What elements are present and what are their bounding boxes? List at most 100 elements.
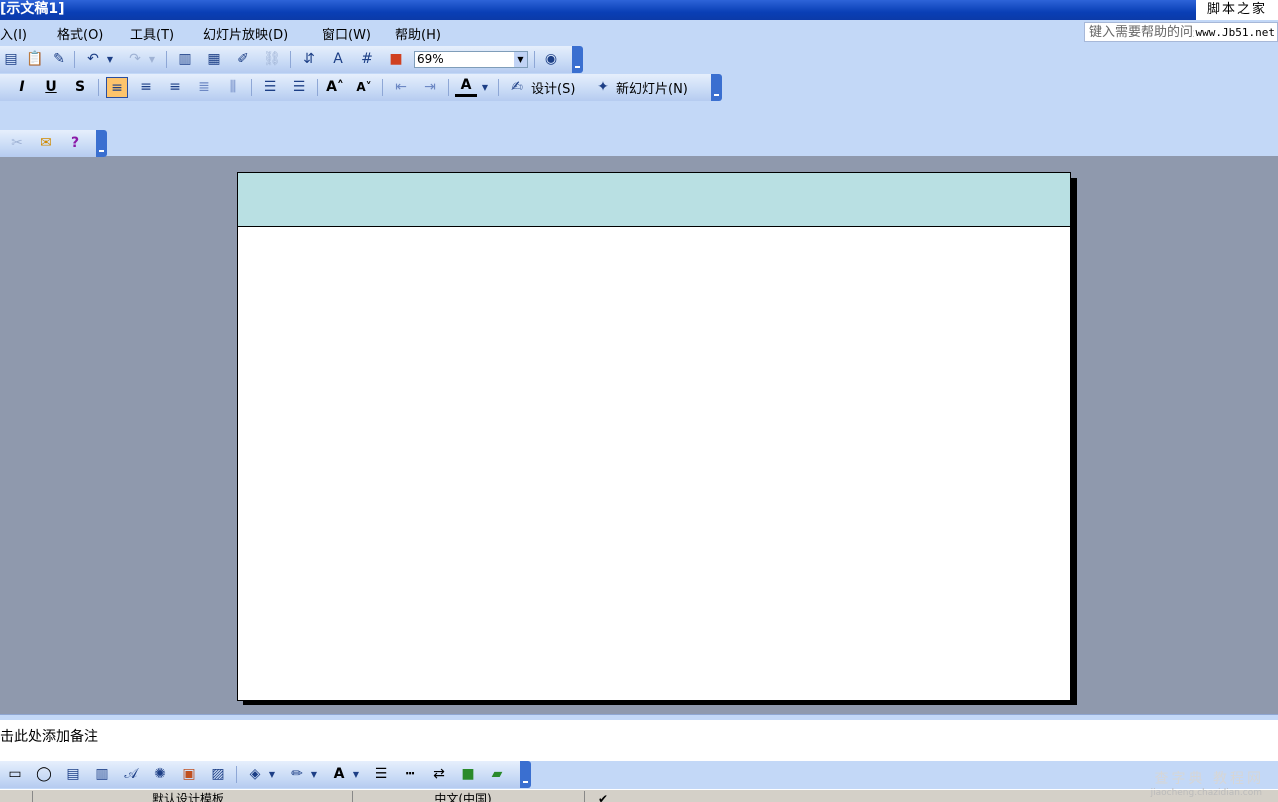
toolbar-options-icon[interactable] (96, 130, 107, 157)
undo-dropdown-icon[interactable]: ▼ (104, 49, 116, 70)
decrease-indent-icon[interactable]: ⇤ (390, 77, 412, 98)
shadow-style-icon[interactable]: ■ (457, 764, 479, 785)
separator (317, 79, 318, 96)
justify-icon[interactable]: ≣ (193, 77, 215, 98)
formatting-toolbar: I U S ≡ ≡ ≡ ≣ ⫼ ☰ ☰ A˄ A˅ ⇤ ⇥ A ▼ ✍ 设计(S… (0, 74, 722, 101)
new-slide-button[interactable]: 新幻灯片(N) (616, 78, 688, 97)
separator (290, 51, 291, 68)
decrease-font-icon[interactable]: A˅ (353, 77, 375, 98)
rectangle-icon[interactable]: ▭ (4, 764, 26, 785)
align-left-icon[interactable]: ≡ (106, 77, 128, 98)
undo-icon[interactable]: ↶ (82, 49, 104, 70)
help-placeholder: 键入需要帮助的问题 (1089, 25, 1207, 40)
mail-icon[interactable]: ✉ (35, 133, 57, 154)
slide-canvas[interactable] (237, 172, 1071, 701)
menu-insert[interactable]: 入(I) (0, 24, 27, 43)
picture-icon[interactable]: ▨ (207, 764, 229, 785)
chevron-down-icon[interactable]: ▼ (514, 52, 527, 67)
distribute-icon[interactable]: ⫼ (222, 77, 244, 98)
notes-pane[interactable]: 击此处添加备注 (0, 720, 1278, 761)
status-language: 中文(中国) (352, 791, 573, 802)
separator (74, 51, 75, 68)
status-bar: 默认设计模板 中文(中国) ✔ (0, 789, 1278, 802)
zoom-select[interactable]: 69% ▼ (414, 51, 528, 68)
arrow-style-icon[interactable]: ⇄ (428, 764, 450, 785)
design-icon[interactable]: ✍ (506, 77, 528, 98)
oval-icon[interactable]: ◯ (33, 764, 55, 785)
hyperlink-icon[interactable]: ⛓ (261, 49, 283, 70)
fill-color-icon[interactable]: ◈ (244, 764, 266, 785)
web-toolbar: ✂ ✉ ? (0, 130, 107, 157)
menu-slideshow[interactable]: 幻灯片放映(D) (203, 24, 288, 43)
toolbar-options-icon[interactable] (711, 74, 722, 101)
dash-style-icon[interactable]: ┅ (399, 764, 421, 785)
menu-window[interactable]: 窗口(W) (322, 24, 371, 43)
spellcheck-icon: ✔ (584, 791, 621, 802)
textbox-icon[interactable]: ▤ (62, 764, 84, 785)
separator (236, 766, 237, 783)
table-icon[interactable]: ▦ (203, 49, 225, 70)
italic-button[interactable]: I (11, 77, 33, 98)
3d-style-icon[interactable]: ▰ (486, 764, 508, 785)
format-painter-icon[interactable]: ✎ (48, 49, 70, 70)
separator (98, 79, 99, 96)
watermark-logo: 脚本之家 (1196, 0, 1278, 20)
clipboard-icon[interactable]: 📋 (24, 49, 46, 70)
watermark-chazidian: 查字典 教程网 (1154, 771, 1264, 787)
shadow-button[interactable]: S (69, 77, 91, 98)
redo-icon[interactable]: ↷ (124, 49, 146, 70)
separator (382, 79, 383, 96)
expand-all-icon[interactable]: ⇵ (298, 49, 320, 70)
underline-button[interactable]: U (40, 77, 62, 98)
question-icon[interactable]: ? (64, 133, 86, 154)
align-center-icon[interactable]: ≡ (135, 77, 157, 98)
menu-tools[interactable]: 工具(T) (130, 24, 174, 43)
standard-toolbar: ▤ 📋 ✎ ↶ ▼ ↷ ▼ ▥ ▦ ✐ ⛓ ⇵ A # ■ 69% ▼ ◉ (0, 46, 583, 73)
separator (251, 79, 252, 96)
separator (448, 79, 449, 96)
increase-font-icon[interactable]: A˄ (324, 77, 346, 98)
grid-icon[interactable]: # (356, 49, 378, 70)
title-bar: [示文稿1] (0, 0, 1278, 20)
clipart-icon[interactable]: ▣ (178, 764, 200, 785)
slide-title-band (238, 173, 1070, 227)
menu-format[interactable]: 格式(O) (57, 24, 103, 43)
status-template: 默认设计模板 (32, 791, 343, 802)
wand-icon[interactable]: ✂ (6, 133, 28, 154)
separator (498, 79, 499, 96)
bullets-icon[interactable]: ☰ (288, 77, 310, 98)
toolbar-options-icon[interactable] (520, 761, 531, 788)
drawing-toolbar: ▭ ◯ ▤ ▥ 𝒜 ✺ ▣ ▨ ◈ ▼ ✏ ▼ A ▼ ☰ ┅ ⇄ ■ ▰ (0, 761, 531, 788)
color-grayscale-icon[interactable]: ■ (385, 49, 407, 70)
tables-borders-icon[interactable]: ✐ (232, 49, 254, 70)
diagram-icon[interactable]: ✺ (149, 764, 171, 785)
line-color-icon[interactable]: ✏ (286, 764, 308, 785)
toolbar-area: ▤ 📋 ✎ ↶ ▼ ↷ ▼ ▥ ▦ ✐ ⛓ ⇵ A # ■ 69% ▼ ◉ I … (0, 44, 1278, 157)
wordart-icon[interactable]: 𝒜 (120, 764, 142, 785)
font-color-icon[interactable]: A (455, 77, 477, 97)
draw-font-color-icon[interactable]: A (328, 764, 350, 785)
chart-icon[interactable]: ▥ (174, 49, 196, 70)
show-formatting-icon[interactable]: A (327, 49, 349, 70)
vertical-textbox-icon[interactable]: ▥ (91, 764, 113, 785)
help-icon[interactable]: ◉ (540, 49, 562, 70)
font-color-dropdown-icon[interactable]: ▼ (479, 77, 491, 98)
menu-help[interactable]: 帮助(H) (395, 24, 441, 43)
separator (166, 51, 167, 68)
zoom-value: 69% (417, 52, 444, 66)
drawing-toolbar-area: ▭ ◯ ▤ ▥ 𝒜 ✺ ▣ ▨ ◈ ▼ ✏ ▼ A ▼ ☰ ┅ ⇄ ■ ▰ (0, 761, 1278, 789)
window-title: [示文稿1] (0, 1, 65, 17)
new-slide-icon[interactable]: ✦ (592, 77, 614, 98)
line-style-icon[interactable]: ☰ (370, 764, 392, 785)
draw-font-dropdown-icon[interactable]: ▼ (350, 764, 362, 785)
redo-dropdown-icon[interactable]: ▼ (146, 49, 158, 70)
increase-indent-icon[interactable]: ⇥ (419, 77, 441, 98)
numbering-icon[interactable]: ☰ (259, 77, 281, 98)
design-button[interactable]: 设计(S) (531, 78, 575, 97)
fill-dropdown-icon[interactable]: ▼ (266, 764, 278, 785)
toolbar-options-icon[interactable] (572, 46, 583, 73)
help-search-input[interactable]: 键入需要帮助的问题 www.Jb51.net (1084, 22, 1278, 42)
align-right-icon[interactable]: ≡ (164, 77, 186, 98)
line-dropdown-icon[interactable]: ▼ (308, 764, 320, 785)
paste-icon[interactable]: ▤ (0, 49, 22, 70)
